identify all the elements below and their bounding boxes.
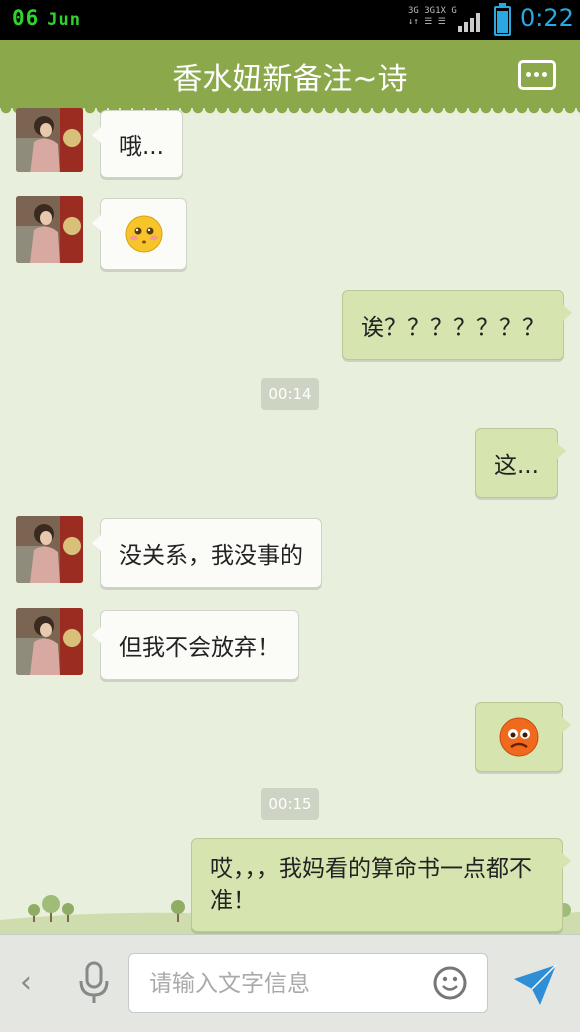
status-date: 06 Jun [12,6,81,30]
network-activity-label: ↓↑ ☰ ☰ [408,17,446,27]
outgoing-message[interactable]: 这... [475,428,566,498]
contact-avatar[interactable] [16,196,83,263]
battery-icon [494,3,511,36]
send-button[interactable] [512,963,558,1007]
network-indicator: 3G 3G1X G ↓↑ ☰ ☰ [408,6,457,28]
message-text: 哎，，，我妈看的算命书一点都不准！ [210,856,532,914]
chat-title: 香水妞新备注~诗 [172,62,408,97]
message-input-bar: ‹ [0,934,580,1032]
smiley-icon [433,966,467,1000]
incoming-message[interactable] [92,198,187,270]
more-options-button[interactable] [518,60,556,90]
incoming-message[interactable]: 哦... [92,110,183,178]
message-text: 这... [494,453,539,479]
contact-avatar[interactable] [16,108,83,172]
chevron-left-icon[interactable]: ‹ [20,965,32,1000]
incoming-message[interactable]: 但我不会放弃！ [92,610,299,680]
status-bar: 06 Jun 3G 3G1X G ↓↑ ☰ ☰ 0:22 [0,0,580,40]
chat-header: 香水妞新备注~诗 [0,40,580,114]
incoming-message[interactable]: 没关系，我没事的 [92,518,322,588]
contact-avatar[interactable] [16,516,83,583]
message-text: 哦... [119,134,164,160]
outgoing-message[interactable]: 诶？？？？？？？ [342,290,572,360]
blushing-face-icon [125,215,163,253]
timestamp: 00:15 [261,788,319,820]
status-day: 06 [12,6,40,30]
message-text: 诶？？？？？？？ [361,315,545,341]
contact-avatar[interactable] [16,608,83,675]
message-input[interactable] [147,954,421,1014]
message-input-container [128,953,488,1014]
message-list[interactable]: 哦... 诶？？？？？？？ 00:14 这... 没关系，我没事的 但我不会放弃… [0,108,580,934]
message-text: 但我不会放弃！ [119,635,280,661]
network-type-label: 3G 3G1X G [408,6,457,16]
message-text: 没关系，我没事的 [119,543,303,569]
signal-icon [458,12,484,32]
emoji-button[interactable] [433,966,467,1000]
microphone-icon [79,961,109,1003]
outgoing-message[interactable]: 哎，，，我妈看的算命书一点都不准！ [191,838,571,932]
microphone-button[interactable] [76,961,112,1007]
worried-face-icon [499,717,539,757]
status-month: Jun [47,10,82,30]
timestamp: 00:14 [261,378,319,410]
send-icon [514,964,557,1005]
outgoing-message[interactable] [475,702,571,772]
status-time: 0:22 [520,4,574,32]
